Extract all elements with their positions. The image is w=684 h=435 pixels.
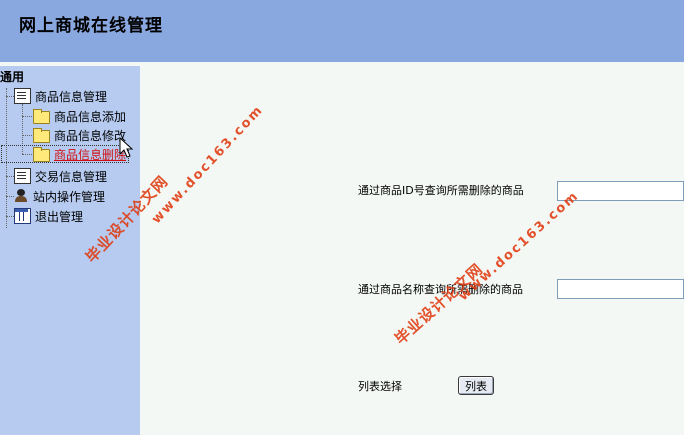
tree-connector <box>6 96 14 97</box>
app-title: 网上商城在线管理 <box>19 16 163 36</box>
app-header: 网上商城在线管理 <box>0 0 684 62</box>
sidebar-item-label: 商品信息删除 <box>54 147 127 162</box>
folder-icon <box>33 146 50 162</box>
folder-icon <box>33 108 50 124</box>
sidebar-item-label: 交易信息管理 <box>35 169 108 184</box>
sidebar-item-product-edit[interactable]: 商品信息修改 <box>33 126 126 144</box>
mouse-cursor-icon <box>119 137 134 158</box>
sidebar-tree: 通用 商品信息管理 商品信息添加 商品信息修改 商品信息删除 交易信息管理 站内… <box>0 66 140 435</box>
sidebar-item-label: 站内操作管理 <box>33 189 106 204</box>
sidebar-item-label: 商品信息添加 <box>54 109 127 124</box>
person-icon <box>14 189 29 203</box>
tree-root-label[interactable]: 通用 <box>0 68 24 85</box>
sidebar-item-logout[interactable]: 退出管理 <box>14 207 83 225</box>
sidebar-item-label: 退出管理 <box>35 209 84 224</box>
grid-icon <box>14 208 31 224</box>
document-edit-icon <box>14 88 31 104</box>
tree-connector <box>6 176 14 177</box>
tree-connector <box>6 216 14 217</box>
sidebar-item-site-operations[interactable]: 站内操作管理 <box>14 187 105 205</box>
folder-icon <box>33 127 50 143</box>
tree-connector <box>22 135 32 136</box>
main-content <box>140 66 684 435</box>
list-button[interactable]: 列表 <box>458 376 494 395</box>
sidebar-item-label: 商品信息修改 <box>54 128 127 143</box>
sidebar-item-trade-management[interactable]: 交易信息管理 <box>14 167 107 185</box>
list-select-label: 列表选择 <box>358 380 402 393</box>
sidebar-item-label: 商品信息管理 <box>35 89 108 104</box>
sidebar-item-product-delete[interactable]: 商品信息删除 <box>1 145 129 163</box>
tree-connector <box>22 116 32 117</box>
product-name-input[interactable] <box>557 279 684 299</box>
sidebar-item-product-add[interactable]: 商品信息添加 <box>33 107 126 125</box>
sidebar-item-product-management[interactable]: 商品信息管理 <box>14 87 107 105</box>
document-icon <box>14 168 31 184</box>
id-query-label: 通过商品ID号查询所需删除的商品 <box>358 184 524 197</box>
tree-connector <box>6 196 14 197</box>
